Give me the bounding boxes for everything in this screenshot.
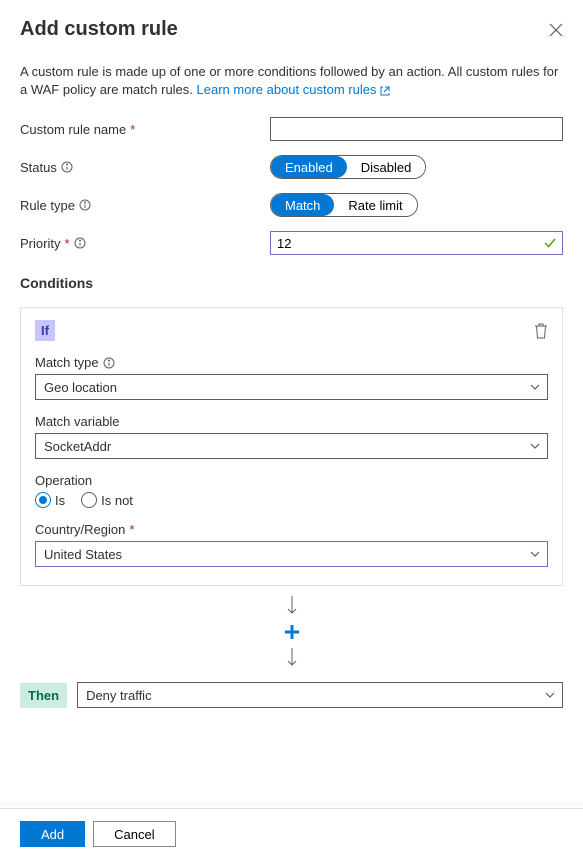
close-icon[interactable] (549, 23, 563, 37)
page-title: Add custom rule (20, 18, 178, 41)
rule-type-match-option[interactable]: Match (271, 194, 334, 216)
info-icon[interactable] (61, 161, 73, 173)
add-button[interactable]: Add (20, 821, 85, 847)
rule-type-toggle[interactable]: Match Rate limit (270, 193, 418, 217)
country-select[interactable]: United States (35, 541, 548, 567)
match-type-select[interactable]: Geo location (35, 374, 548, 400)
then-tag: Then (20, 683, 67, 708)
chevron-down-icon (544, 689, 556, 701)
required-mark: * (130, 122, 135, 137)
operation-label: Operation (35, 473, 92, 488)
match-variable-select[interactable]: SocketAddr (35, 433, 548, 459)
name-label: Custom rule name (20, 122, 126, 137)
priority-label: Priority (20, 236, 60, 251)
status-toggle[interactable]: Enabled Disabled (270, 155, 426, 179)
cancel-button[interactable]: Cancel (93, 821, 175, 847)
arrow-down-icon (287, 648, 297, 668)
status-enabled-option[interactable]: Enabled (271, 156, 347, 178)
name-input[interactable] (270, 117, 563, 141)
rule-type-rate-limit-option[interactable]: Rate limit (334, 194, 416, 216)
status-label: Status (20, 160, 57, 175)
conditions-heading: Conditions (20, 275, 563, 291)
info-icon[interactable] (103, 357, 115, 369)
chevron-down-icon (529, 381, 541, 393)
arrow-down-icon (287, 596, 297, 616)
match-variable-label: Match variable (35, 414, 120, 429)
required-mark: * (129, 522, 134, 537)
chevron-down-icon (529, 548, 541, 560)
country-label: Country/Region (35, 522, 125, 537)
description-block: A custom rule is made up of one or more … (20, 63, 563, 99)
rule-type-label: Rule type (20, 198, 75, 213)
external-link-icon (380, 86, 390, 96)
chevron-down-icon (529, 440, 541, 452)
footer-bar: Add Cancel (0, 808, 583, 859)
operation-is-not-radio[interactable]: Is not (81, 492, 133, 508)
trash-icon[interactable] (534, 323, 548, 339)
operation-is-radio[interactable]: Is (35, 492, 65, 508)
checkmark-icon (543, 236, 557, 250)
info-icon[interactable] (79, 199, 91, 211)
match-type-label: Match type (35, 355, 99, 370)
status-disabled-option[interactable]: Disabled (347, 156, 426, 178)
add-condition-button[interactable] (284, 624, 300, 640)
if-tag: If (35, 320, 55, 341)
condition-card: If Match type Geo location Match variabl… (20, 307, 563, 586)
action-select[interactable]: Deny traffic (77, 682, 563, 708)
learn-more-link[interactable]: Learn more about custom rules (197, 82, 391, 97)
priority-input[interactable] (270, 231, 563, 255)
required-mark: * (64, 236, 69, 251)
info-icon[interactable] (74, 237, 86, 249)
